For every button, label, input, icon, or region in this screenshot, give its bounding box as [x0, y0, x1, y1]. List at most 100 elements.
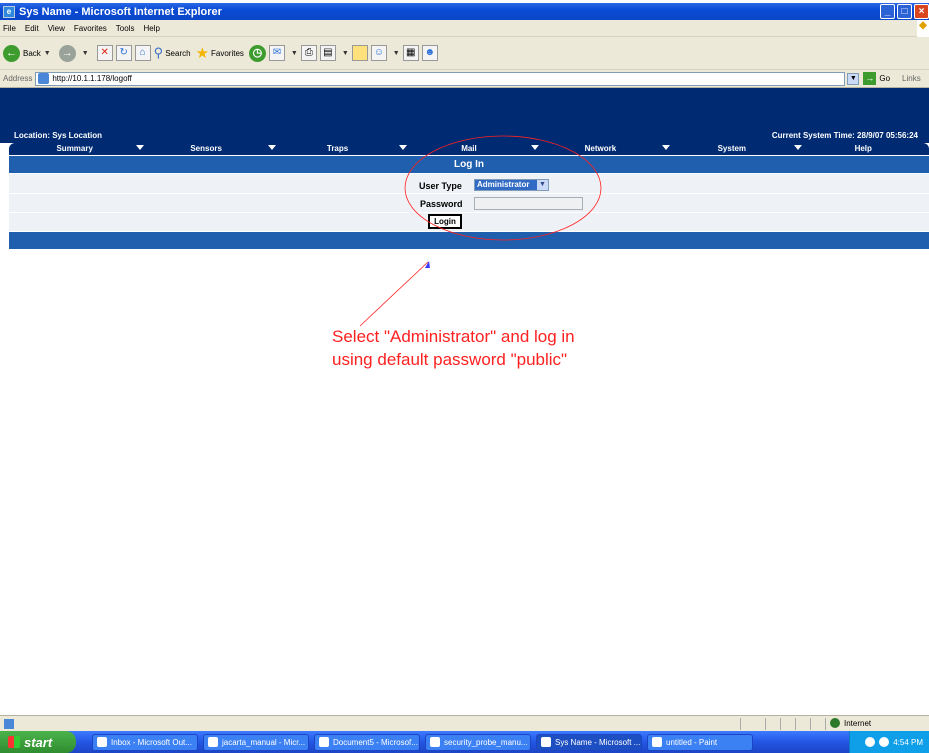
close-button[interactable]: ×: [914, 4, 929, 19]
tray-icon[interactable]: [879, 737, 890, 747]
nav-summary[interactable]: Summary: [9, 143, 145, 155]
system-tray: 4:54 PM: [849, 731, 929, 753]
nav-sensors[interactable]: Sensors: [140, 143, 276, 155]
login-heading: Log In: [9, 156, 929, 173]
word-icon: [208, 737, 218, 747]
address-bar: Address http://10.1.1.178/logoff ▼ → Go …: [0, 70, 929, 88]
forward-arrow-icon: →: [58, 44, 76, 62]
taskbar-item-jacarta[interactable]: jacarta_manual - Micr...: [203, 733, 309, 751]
go-arrow-icon: →: [863, 72, 877, 85]
ie-icon: [541, 737, 551, 747]
address-label: Address: [3, 74, 33, 83]
login-button[interactable]: Login: [428, 214, 462, 229]
taskbar-item-document5[interactable]: Document5 - Microsof...: [314, 733, 420, 751]
internet-globe-icon: [830, 718, 840, 728]
users-icon[interactable]: ☻: [421, 45, 438, 61]
address-dropdown-icon[interactable]: ▼: [847, 72, 860, 85]
annotation-line-2: using default password "public": [332, 350, 568, 369]
page-status-icon: [4, 718, 14, 729]
refresh-icon[interactable]: ↻: [115, 45, 132, 61]
nav-network[interactable]: Network: [535, 143, 671, 155]
taskbar-item-security-probe[interactable]: security_probe_manu...: [425, 733, 531, 751]
user-type-value: Administrator: [475, 180, 537, 190]
mail-icon[interactable]: ✉: [268, 45, 285, 61]
word-icon: [319, 737, 329, 747]
outlook-icon: [97, 737, 107, 747]
annotation-pointer-line: [359, 261, 429, 327]
taskbar-item-inbox[interactable]: Inbox - Microsoft Out...: [92, 733, 198, 751]
window-title: Sys Name - Microsoft Internet Explorer: [19, 5, 222, 18]
window-titlebar[interactable]: e Sys Name - Microsoft Internet Explorer…: [0, 3, 929, 20]
tray-icon[interactable]: [865, 737, 876, 747]
menu-help[interactable]: Help: [143, 24, 159, 33]
windows-logo-icon: ◆: [917, 20, 929, 37]
system-time: Current System Time: 28/9/07 05:56:24: [771, 131, 918, 140]
menu-bar: File Edit View Favorites Tools Help: [0, 20, 929, 37]
taskbar: start Inbox - Microsoft Out... jacarta_m…: [0, 731, 929, 753]
menu-file[interactable]: File: [3, 24, 16, 33]
zone-label: Internet: [844, 718, 872, 728]
menu-edit[interactable]: Edit: [25, 24, 39, 33]
home-icon[interactable]: ⌂: [134, 45, 151, 61]
form-row: [9, 174, 929, 194]
back-button[interactable]: ← Back ▼: [3, 44, 54, 62]
address-url: http://10.1.1.178/logoff: [52, 74, 132, 83]
annotation-text: Select "Administrator" and log in using …: [332, 325, 575, 371]
chevron-down-icon: ▼: [537, 180, 548, 190]
links-button[interactable]: Links: [902, 74, 921, 83]
ie-app-icon: e: [3, 5, 15, 18]
security-zone: Internet: [830, 718, 871, 728]
maximize-button[interactable]: □: [897, 4, 912, 19]
back-dropdown-icon[interactable]: ▼: [44, 50, 51, 57]
search-button[interactable]: ⚲ Search: [154, 45, 191, 61]
page-header: Location: Sys Location Current System Ti…: [0, 88, 929, 143]
status-bar: Internet: [0, 715, 929, 731]
messenger-dropdown-icon[interactable]: ▼: [393, 50, 400, 57]
minimize-button[interactable]: _: [880, 4, 895, 19]
edit-icon[interactable]: ▤: [319, 45, 336, 61]
form-row: [9, 213, 929, 232]
nav-system[interactable]: System: [666, 143, 802, 155]
password-label: Password: [420, 199, 463, 209]
nav-help[interactable]: Help: [798, 143, 929, 155]
screen: e Sys Name - Microsoft Internet Explorer…: [0, 0, 929, 753]
forward-dropdown-icon[interactable]: ▼: [82, 50, 89, 57]
folder-icon[interactable]: [351, 45, 368, 61]
main-nav: Summary Sensors Traps Mail Network Syste…: [9, 143, 929, 155]
form-row: [9, 194, 929, 213]
windows-flag-icon: [8, 736, 20, 748]
nav-mail[interactable]: Mail: [403, 143, 539, 155]
clock: 4:54 PM: [893, 737, 923, 747]
taskbar-item-paint[interactable]: untitled - Paint: [647, 733, 753, 751]
address-input[interactable]: http://10.1.1.178/logoff: [35, 71, 846, 86]
location-text: Location: Sys Location: [14, 131, 103, 140]
history-icon[interactable]: ◷: [248, 44, 266, 62]
mail-dropdown-icon[interactable]: ▼: [291, 50, 298, 57]
forward-button[interactable]: → ▼: [58, 44, 92, 62]
user-type-select[interactable]: Administrator ▼: [474, 179, 549, 191]
favorites-star-icon: ★: [195, 45, 210, 62]
word-icon: [430, 737, 440, 747]
user-type-label: User Type: [419, 181, 462, 191]
paint-icon: [652, 737, 662, 747]
password-input[interactable]: [474, 197, 583, 210]
page-icon: [38, 73, 50, 84]
annotation-line-1: Select "Administrator" and log in: [332, 327, 575, 346]
go-button[interactable]: → Go: [863, 72, 890, 85]
menu-view[interactable]: View: [48, 24, 65, 33]
research-icon[interactable]: ▦: [402, 45, 419, 61]
back-arrow-icon: ←: [3, 44, 20, 62]
stop-icon[interactable]: ✕: [96, 45, 113, 61]
search-icon: ⚲: [153, 45, 164, 60]
taskbar-item-sys-name[interactable]: Sys Name - Microsoft ...: [536, 733, 642, 751]
print-icon[interactable]: ⎙: [300, 45, 317, 61]
favorites-button[interactable]: ★ Favorites: [196, 44, 244, 62]
menu-favorites[interactable]: Favorites: [74, 24, 107, 33]
annotation-arrowhead: [425, 261, 430, 268]
messenger-icon[interactable]: ☺: [370, 45, 387, 61]
start-button[interactable]: start: [0, 731, 76, 753]
toolbar: ← Back ▼ → ▼ ✕ ↻ ⌂ ⚲ Search ★ Favorites …: [0, 37, 929, 70]
nav-traps[interactable]: Traps: [272, 143, 408, 155]
edit-dropdown-icon[interactable]: ▼: [342, 50, 349, 57]
menu-tools[interactable]: Tools: [116, 24, 135, 33]
